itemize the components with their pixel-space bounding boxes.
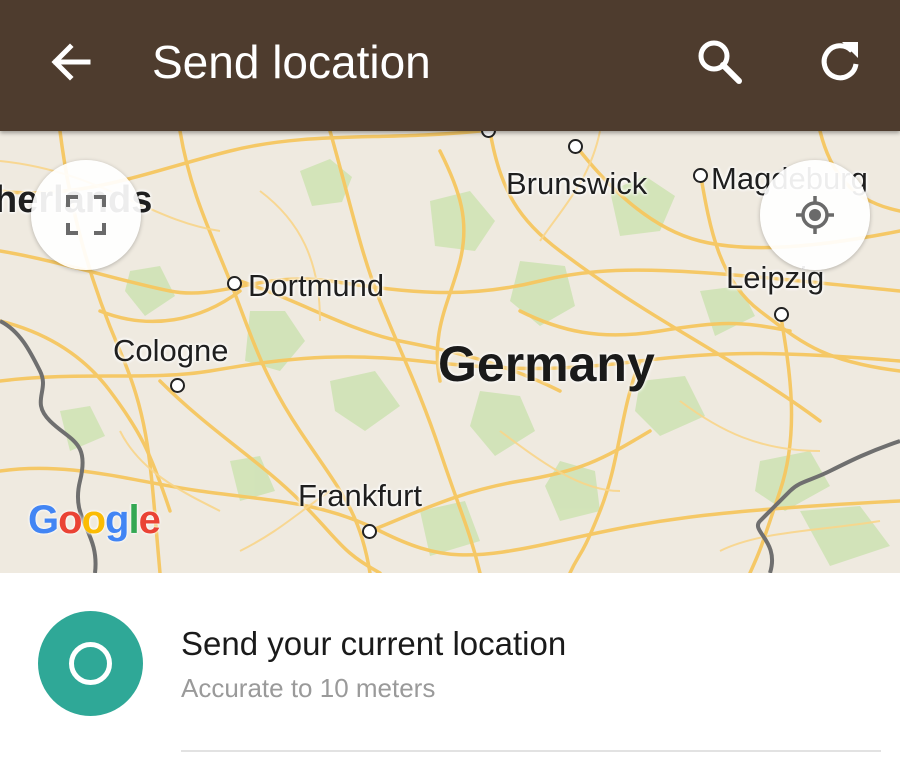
refresh-icon (821, 42, 859, 81)
city-dot-leipzig (774, 307, 789, 322)
location-list: Send your current location Accurate to 1… (0, 573, 900, 769)
city-dot-magdeburg (693, 168, 708, 183)
attribution-letter: g (105, 498, 129, 542)
page-title: Send location (152, 36, 431, 88)
map-view[interactable]: herlands Brunswick Magdeburg Dortmund Le… (0, 131, 900, 573)
attribution-letter: e (138, 498, 161, 542)
current-location-ring (69, 642, 112, 685)
city-dot-dortmund (227, 276, 242, 291)
attribution-letter: G (28, 498, 59, 542)
app-bar: Send location (0, 0, 900, 131)
city-dot-cologne (170, 378, 185, 393)
refresh-button[interactable] (812, 34, 868, 90)
city-label-dortmund: Dortmund (248, 268, 385, 303)
fullscreen-icon (66, 195, 106, 235)
attribution-letter: o (58, 498, 82, 542)
city-dot-brunswick (568, 139, 583, 154)
city-label-frankfurt: Frankfurt (298, 478, 423, 513)
search-icon (698, 40, 742, 84)
list-divider (181, 750, 881, 752)
city-label-cologne: Cologne (113, 333, 229, 368)
my-location-icon (796, 196, 834, 234)
attribution-letter: l (128, 498, 139, 542)
my-location-button[interactable] (760, 160, 870, 270)
attribution-letter: o (81, 498, 106, 542)
city-dot-frankfurt (362, 524, 377, 539)
arrow-left-icon (51, 43, 91, 81)
back-button[interactable] (44, 34, 100, 90)
fullscreen-button[interactable] (31, 160, 141, 270)
send-current-location-item[interactable]: Send your current location Accurate to 1… (0, 573, 900, 753)
send-current-location-title: Send your current location (181, 625, 567, 662)
current-location-icon (38, 611, 143, 716)
country-label-germany: Germany (438, 336, 655, 392)
google-attribution: Google (28, 498, 161, 543)
location-accuracy-text: Accurate to 10 meters (181, 673, 436, 703)
city-label-brunswick: Brunswick (506, 166, 648, 201)
search-button[interactable] (692, 34, 748, 90)
